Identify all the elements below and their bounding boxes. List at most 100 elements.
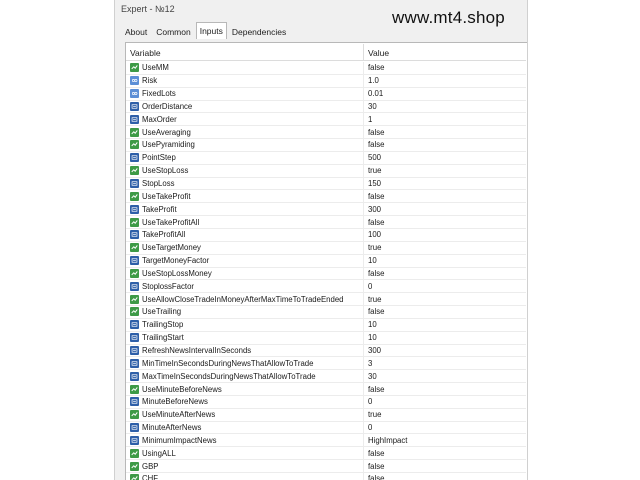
table-row[interactable]: StopLoss 150: [126, 177, 526, 191]
value-cell[interactable]: 0: [364, 282, 526, 291]
variable-name: UsePyramiding: [142, 140, 195, 150]
table-row[interactable]: UseAllowCloseTradeInMoneyAfterMaxTimeToT…: [126, 293, 526, 307]
table-row[interactable]: UseTakeProfit false: [126, 190, 526, 204]
variable-name: UseMM: [142, 63, 169, 73]
value-cell[interactable]: true: [364, 295, 526, 304]
value-cell[interactable]: 1: [364, 115, 526, 124]
table-row[interactable]: UseMinuteAfterNews true: [126, 408, 526, 422]
value-cell[interactable]: true: [364, 243, 526, 252]
variable-name: MinimumImpactNews: [142, 435, 217, 445]
value-cell[interactable]: 10: [364, 333, 526, 342]
table-row[interactable]: UseTargetMoney true: [126, 241, 526, 255]
value-cell[interactable]: 0: [364, 397, 526, 406]
tab-bar: About Common Inputs Dependencies: [121, 22, 291, 40]
table-row[interactable]: TakeProfitAll 100: [126, 228, 526, 242]
value-cell[interactable]: 300: [364, 205, 526, 214]
value-cell[interactable]: 30: [364, 372, 526, 381]
column-header-value[interactable]: Value: [364, 44, 526, 60]
table-row[interactable]: MinTimeInSecondsDuringNewsThatAllowToTra…: [126, 357, 526, 371]
value-cell[interactable]: 10: [364, 320, 526, 329]
value-cell[interactable]: false: [364, 63, 526, 72]
value-cell[interactable]: 3: [364, 359, 526, 368]
variable-name: PointStep: [142, 153, 176, 163]
table-row[interactable]: UseTakeProfitAll false: [126, 216, 526, 229]
table-row[interactable]: RefreshNewsIntervalInSeconds 300: [126, 344, 526, 358]
value-cell[interactable]: 100: [364, 230, 526, 239]
variable-cell: MinuteAfterNews: [126, 421, 364, 434]
table-row[interactable]: UseAveraging false: [126, 126, 526, 140]
variable-name: FixedLots: [142, 89, 176, 99]
integer-type-icon: [130, 371, 139, 381]
boolean-type-icon: [130, 410, 139, 420]
boolean-type-icon: [130, 461, 139, 471]
variable-name: UseAllowCloseTradeInMoneyAfterMaxTimeToT…: [142, 294, 344, 304]
value-cell[interactable]: false: [364, 307, 526, 316]
table-row[interactable]: MinimumImpactNews HighImpact: [126, 434, 526, 448]
table-row[interactable]: UsePyramiding false: [126, 139, 526, 152]
value-cell[interactable]: false: [364, 385, 526, 394]
variable-name: MinuteBeforeNews: [142, 397, 208, 407]
table-row[interactable]: UseMinuteBeforeNews false: [126, 383, 526, 396]
value-cell[interactable]: 1.0: [364, 76, 526, 85]
table-row[interactable]: TrailingStop 10: [126, 318, 526, 332]
variable-cell: UseTakeProfitAll: [126, 216, 364, 228]
variable-cell: UsingALL: [126, 447, 364, 460]
variable-cell: UseMinuteAfterNews: [126, 408, 364, 421]
table-row[interactable]: Risk 1.0: [126, 74, 526, 88]
tab-inputs[interactable]: Inputs: [195, 22, 227, 39]
column-header-variable[interactable]: Variable: [126, 44, 364, 60]
value-cell[interactable]: 30: [364, 102, 526, 111]
variable-cell: Risk: [126, 74, 364, 87]
value-cell[interactable]: true: [364, 410, 526, 419]
table-row[interactable]: MinuteAfterNews 0: [126, 421, 526, 435]
variable-cell: MinuteBeforeNews: [126, 395, 364, 408]
value-cell[interactable]: false: [364, 128, 526, 137]
table-row[interactable]: MaxOrder 1: [126, 113, 526, 127]
variable-cell: UseStopLossMoney: [126, 267, 364, 280]
table-row[interactable]: StoplossFactor 0: [126, 280, 526, 294]
value-cell[interactable]: false: [364, 474, 526, 480]
table-row[interactable]: TakeProfit 300: [126, 203, 526, 217]
table-row[interactable]: UseStopLossMoney false: [126, 267, 526, 281]
variable-cell: PointStep: [126, 151, 364, 164]
tab-about[interactable]: About: [121, 24, 151, 38]
value-cell[interactable]: false: [364, 218, 526, 227]
table-row[interactable]: GBP false: [126, 460, 526, 473]
table-row[interactable]: MaxTimeInSecondsDuringNewsThatAllowToTra…: [126, 370, 526, 384]
boolean-type-icon: [130, 63, 139, 73]
table-row[interactable]: UseMM false: [126, 62, 526, 75]
variable-cell: UseMM: [126, 62, 364, 74]
variable-cell: UseTakeProfit: [126, 190, 364, 203]
tab-dependencies[interactable]: Dependencies: [228, 24, 290, 38]
value-cell[interactable]: false: [364, 462, 526, 471]
value-cell[interactable]: HighImpact: [364, 436, 526, 445]
table-row[interactable]: UseStopLoss true: [126, 164, 526, 178]
value-cell[interactable]: false: [364, 140, 526, 149]
table-row[interactable]: FixedLots 0.01: [126, 87, 526, 101]
table-row[interactable]: PointStep 500: [126, 151, 526, 165]
integer-type-icon: [130, 114, 139, 124]
boolean-type-icon: [130, 191, 139, 201]
table-row[interactable]: TargetMoneyFactor 10: [126, 254, 526, 268]
table-row[interactable]: CHF false: [126, 473, 526, 480]
table-row[interactable]: MinuteBeforeNews 0: [126, 395, 526, 409]
value-cell[interactable]: 500: [364, 153, 526, 162]
value-cell[interactable]: 300: [364, 346, 526, 355]
variable-name: UsingALL: [142, 448, 176, 458]
tab-common[interactable]: Common: [152, 24, 194, 38]
table-row[interactable]: UsingALL false: [126, 447, 526, 461]
value-cell[interactable]: 10: [364, 256, 526, 265]
value-cell[interactable]: true: [364, 166, 526, 175]
value-cell[interactable]: 0.01: [364, 89, 526, 98]
value-cell[interactable]: false: [364, 449, 526, 458]
value-cell[interactable]: 150: [364, 179, 526, 188]
value-cell[interactable]: 0: [364, 423, 526, 432]
table-row[interactable]: UseTrailing false: [126, 306, 526, 319]
variable-cell: UseAveraging: [126, 126, 364, 139]
value-cell[interactable]: false: [364, 269, 526, 278]
double-type-icon: [130, 89, 139, 99]
expert-properties-window: Expert - №12 About Common Inputs Depende…: [114, 0, 528, 480]
table-row[interactable]: TrailingStart 10: [126, 331, 526, 345]
value-cell[interactable]: false: [364, 192, 526, 201]
table-row[interactable]: OrderDistance 30: [126, 100, 526, 114]
